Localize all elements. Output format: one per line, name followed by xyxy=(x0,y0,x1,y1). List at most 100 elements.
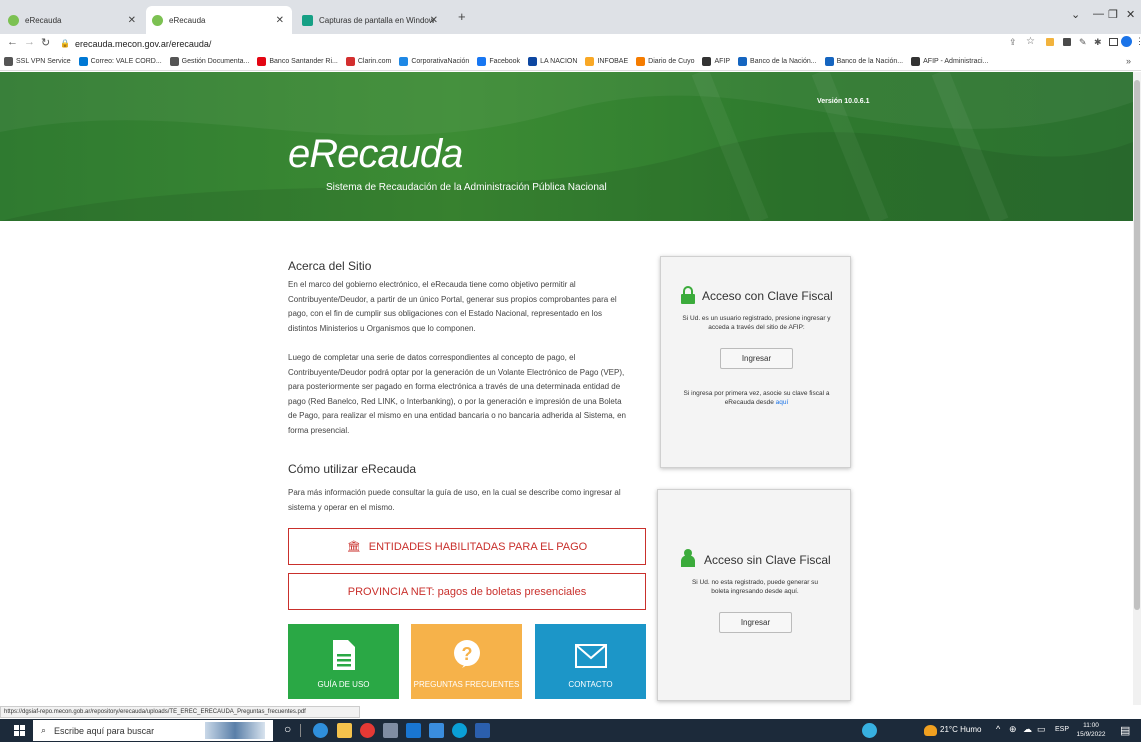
scrollbar-thumb[interactable] xyxy=(1134,80,1140,610)
ingresar-sin-clave-button[interactable]: Ingresar xyxy=(719,612,792,633)
new-tab-button[interactable]: + xyxy=(458,9,466,24)
page-favicon-icon xyxy=(302,14,313,26)
description-line: Si Ud. es un usuario registrado, presion… xyxy=(682,315,831,322)
bookmark-item[interactable]: Gestión Documenta... xyxy=(169,57,249,66)
entidades-label: ENTIDADES HABILITADAS PARA EL PAGO xyxy=(368,540,588,553)
bookmark-favicon-icon xyxy=(4,57,13,66)
aqui-link[interactable]: aquí xyxy=(776,399,789,406)
paragraph-line: En el marco del gobierno electrónico, el… xyxy=(288,280,576,289)
bookmark-item[interactable]: Clarin.com xyxy=(345,57,392,66)
clock[interactable]: 11:00 15/9/2022 xyxy=(1073,721,1109,739)
bookmark-item[interactable]: Diario de Cuyo xyxy=(636,57,694,66)
tab-capturas[interactable]: Capturas de pantalla en Window ✕ xyxy=(296,6,446,34)
share-icon[interactable]: ⇪ xyxy=(1009,37,1017,48)
description-line: boleta ingresando desde aquí. xyxy=(711,588,799,595)
card-title: Acceso con Clave Fiscal xyxy=(702,289,833,303)
ingresar-clave-fiscal-button[interactable]: Ingresar xyxy=(720,348,793,369)
url-field[interactable]: 🔒 erecauda.mecon.gov.ar/erecauda/ xyxy=(60,35,960,52)
menu-icon[interactable]: ⋮ xyxy=(1135,36,1141,47)
tray-chevron-icon[interactable]: ^ xyxy=(996,724,1000,734)
minimize-icon[interactable]: — xyxy=(1093,8,1104,20)
provincia-label: PROVINCIA NET: pagos de boletas presenci… xyxy=(347,585,587,598)
provincia-net-button[interactable]: PROVINCIA NET: pagos de boletas presenci… xyxy=(288,573,646,610)
profile-avatar-icon[interactable] xyxy=(1121,36,1132,47)
bookmark-item[interactable]: Facebook xyxy=(477,57,520,66)
notifications-icon[interactable]: ▤ xyxy=(1120,724,1130,737)
extensions-puzzle-icon[interactable]: ✱ xyxy=(1094,37,1102,48)
side-panel-icon[interactable] xyxy=(1109,38,1118,46)
calculator-icon[interactable] xyxy=(383,723,398,738)
bookmark-item[interactable]: INFOBAE xyxy=(585,57,628,66)
erecauda-favicon-icon xyxy=(8,14,19,26)
skype-icon[interactable] xyxy=(452,723,467,738)
bookmark-item[interactable]: Correo: VALE CORD... xyxy=(78,57,162,66)
reload-icon[interactable]: ↻ xyxy=(41,36,50,49)
bookmark-item[interactable]: Banco Santander Ri... xyxy=(257,57,338,66)
network-icon[interactable]: ▭ xyxy=(1037,724,1046,735)
paragraph-line: pago, con el fin de cumplir sus obligaci… xyxy=(288,309,602,318)
close-tab-icon[interactable]: ✕ xyxy=(430,15,438,26)
task-view-icon[interactable]: ○ xyxy=(284,722,291,736)
note-line: eRecauda desde aquí xyxy=(661,398,852,407)
edge-icon[interactable] xyxy=(313,723,328,738)
paragraph-line: para posteriormente ser pagado en forma … xyxy=(288,382,621,391)
language-indicator[interactable]: ESP xyxy=(1055,726,1069,733)
card-description: Si Ud. no esta registrado, puede generar… xyxy=(658,578,852,596)
extension-icon[interactable] xyxy=(1046,38,1054,46)
tab-title: Capturas de pantalla en Window xyxy=(319,15,435,25)
weather-text[interactable]: 21°C Humo xyxy=(940,725,981,734)
outlook-icon[interactable] xyxy=(406,723,421,738)
bookmark-item[interactable]: SSL VPN Service xyxy=(4,57,71,66)
document-icon xyxy=(332,640,355,670)
bookmark-item[interactable]: Banco de la Nación... xyxy=(738,57,817,66)
contacto-tile[interactable]: CONTACTO xyxy=(535,624,646,699)
bookmark-item[interactable]: Banco de la Nación... xyxy=(824,57,903,66)
bookmark-favicon-icon xyxy=(345,57,355,66)
card-description: Si Ud. es un usuario registrado, presion… xyxy=(661,314,852,332)
bookmark-item[interactable]: AFIP - Administraci... xyxy=(911,57,988,66)
bookmark-star-icon[interactable]: ☆ xyxy=(1026,36,1035,47)
globe-app-icon[interactable] xyxy=(862,723,877,738)
bookmark-item[interactable]: CorporativaNación xyxy=(399,57,469,66)
photos-icon[interactable] xyxy=(429,723,444,738)
back-icon[interactable]: ← xyxy=(7,36,18,48)
bookmark-favicon-icon xyxy=(636,57,646,66)
close-tab-icon[interactable]: ✕ xyxy=(276,15,284,26)
tab-search-icon[interactable]: ⌄ xyxy=(1071,8,1080,21)
file-explorer-icon[interactable] xyxy=(337,723,352,738)
bookmarks-overflow-icon[interactable]: » xyxy=(1126,56,1131,66)
close-tab-icon[interactable]: ✕ xyxy=(128,15,136,26)
pen-extension-icon[interactable]: ✎ xyxy=(1079,37,1087,48)
tile-label: PREGUNTAS FRECUENTES xyxy=(413,680,520,689)
extension-icon[interactable] xyxy=(1063,38,1071,46)
weather-icon xyxy=(924,725,937,736)
bookmark-favicon-icon xyxy=(257,57,267,66)
guia-de-uso-tile[interactable]: GUÍA DE USO xyxy=(288,624,399,699)
forward-icon[interactable]: → xyxy=(24,36,35,48)
windows-start-icon[interactable] xyxy=(14,725,25,736)
windows-taskbar: ⌕ Escribe aquí para buscar ○ 21°C Humo ^… xyxy=(0,719,1141,742)
bookmark-item[interactable]: LA NACION xyxy=(528,57,577,66)
chrome-icon[interactable] xyxy=(360,723,375,738)
tray-app-icon[interactable]: ⊕ xyxy=(1009,724,1017,735)
tab-erecauda-1[interactable]: eRecauda ✕ xyxy=(2,6,144,34)
bookmark-item[interactable]: AFIP xyxy=(702,57,730,66)
preguntas-frecuentes-tile[interactable]: ? PREGUNTAS FRECUENTES xyxy=(411,624,522,699)
about-paragraph-2: Luego de completar una serie de datos co… xyxy=(288,351,650,438)
search-placeholder: Escribe aquí para buscar xyxy=(54,725,155,736)
bookmark-favicon-icon xyxy=(911,57,921,66)
paragraph-line: de Pago, para realizar el mismo en una e… xyxy=(288,411,626,420)
maximize-icon[interactable]: ❐ xyxy=(1108,8,1118,21)
taskbar-search-box[interactable]: ⌕ Escribe aquí para buscar xyxy=(33,720,273,741)
bookmark-label: Clarin.com xyxy=(357,58,392,65)
word-icon[interactable] xyxy=(475,723,490,738)
card-title: Acceso sin Clave Fiscal xyxy=(704,553,831,567)
description-line: Si Ud. no esta registrado, puede generar… xyxy=(691,579,819,586)
cloud-icon[interactable]: ☁ xyxy=(1023,724,1032,735)
sin-clave-fiscal-card: Acceso sin Clave Fiscal Si Ud. no esta r… xyxy=(657,489,851,701)
close-window-icon[interactable]: ✕ xyxy=(1126,8,1135,21)
entidades-habilitadas-button[interactable]: 🏛 ENTIDADES HABILITADAS PARA EL PAGO xyxy=(288,528,646,565)
tile-label: CONTACTO xyxy=(568,680,613,689)
tab-erecauda-2[interactable]: eRecauda ✕ xyxy=(146,6,292,34)
bookmark-label: Facebook xyxy=(489,58,521,65)
